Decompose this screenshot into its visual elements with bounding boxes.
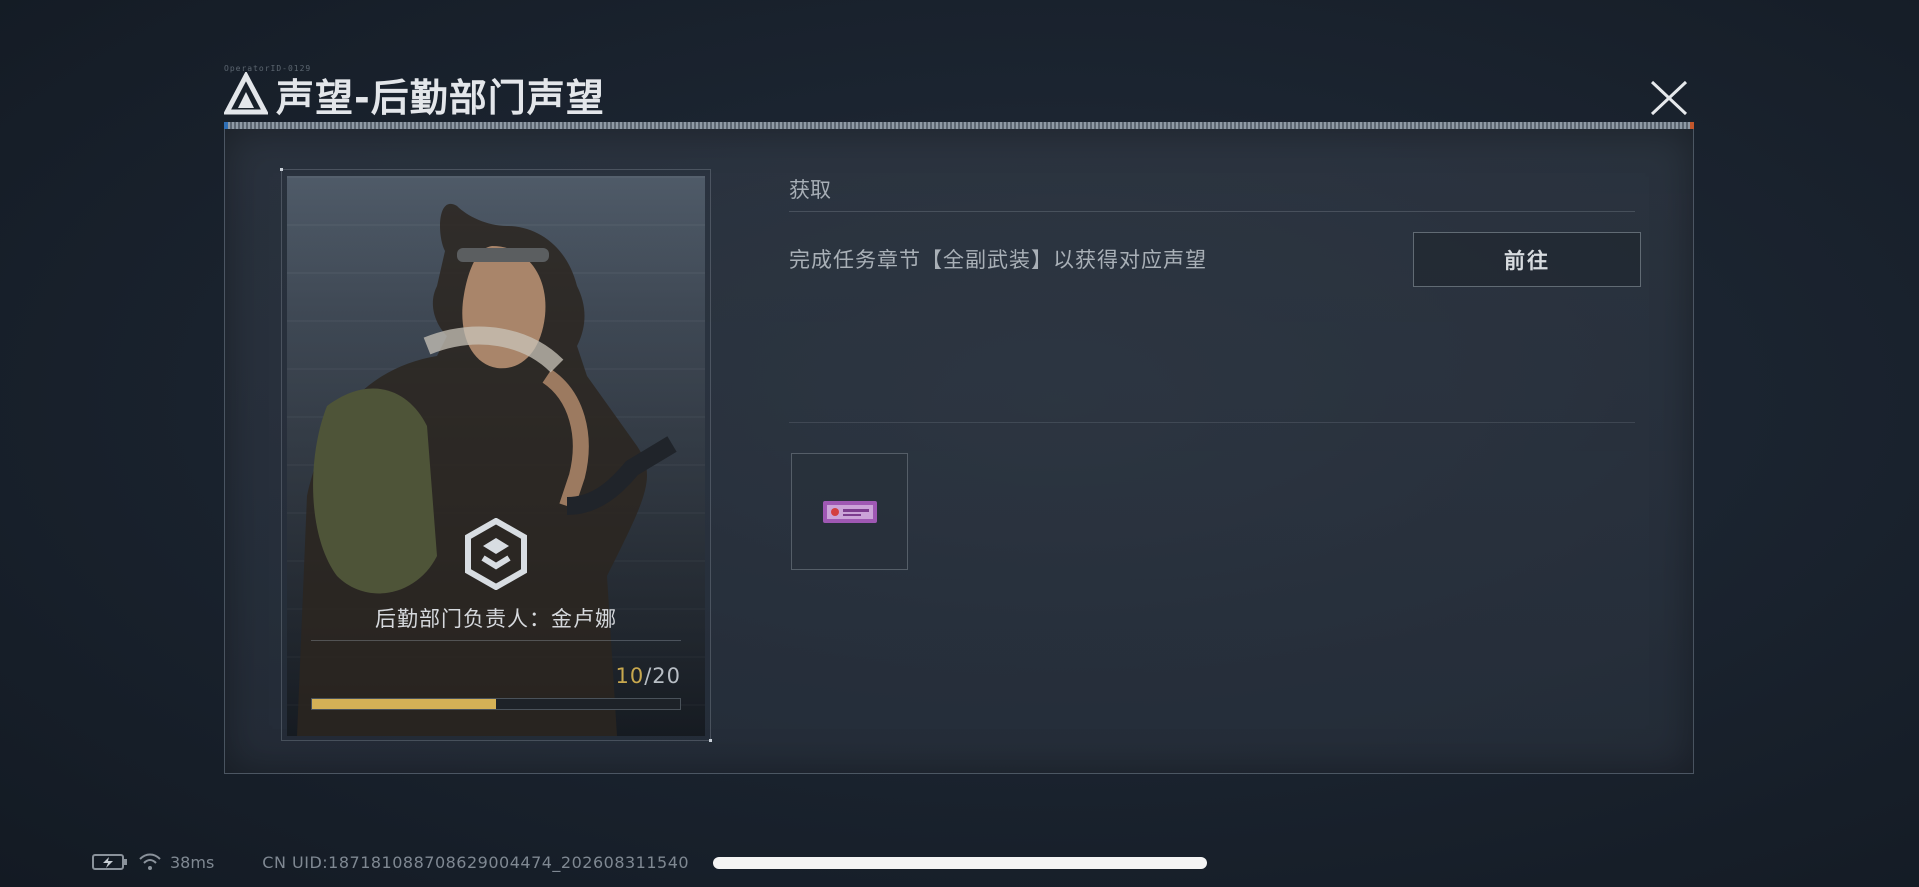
section-divider [789, 422, 1635, 423]
close-button[interactable] [1648, 78, 1690, 118]
logistics-emblem-icon [465, 518, 527, 590]
ping-value: 38ms [170, 852, 215, 872]
card-divider [311, 640, 681, 641]
title-bar: 声望-后勤部门声望 [224, 72, 605, 120]
progress-fill [312, 699, 496, 709]
wifi-icon [139, 853, 161, 870]
character-portrait [287, 176, 705, 736]
reward-item-slot[interactable] [791, 453, 908, 570]
reputation-panel: 后勤部门负责人：金卢娜 10/20 获取 完成任务章节【全副武装】以获得对应声望… [224, 129, 1694, 774]
progress-current: 10 [615, 664, 645, 688]
close-icon [1650, 80, 1688, 116]
home-indicator[interactable] [713, 857, 1207, 869]
page-title: 声望-后勤部门声望 [276, 75, 605, 120]
character-card: 后勤部门负责人：金卢娜 10/20 [287, 176, 705, 736]
task-description: 完成任务章节【全副武装】以获得对应声望 [789, 248, 1207, 272]
obtain-heading: 获取 [789, 178, 831, 202]
reputation-progress-count: 10/20 [615, 664, 681, 688]
delta-logo-icon [224, 72, 268, 115]
reward-badge-icon [822, 500, 877, 523]
battery-charging-icon [92, 854, 127, 870]
obtain-divider [789, 211, 1635, 212]
department-leader-label: 后勤部门负责人：金卢娜 [375, 607, 617, 631]
status-bar: 38ms CN UID:18718108870862900447​4_20260… [92, 850, 689, 874]
title-divider [224, 122, 1694, 129]
uid-text: CN UID:18718108870862900447​4_2026083115… [262, 852, 690, 872]
goto-button[interactable]: 前往 [1413, 232, 1641, 287]
reputation-progress-bar [311, 698, 681, 710]
progress-max: 20 [652, 664, 681, 688]
